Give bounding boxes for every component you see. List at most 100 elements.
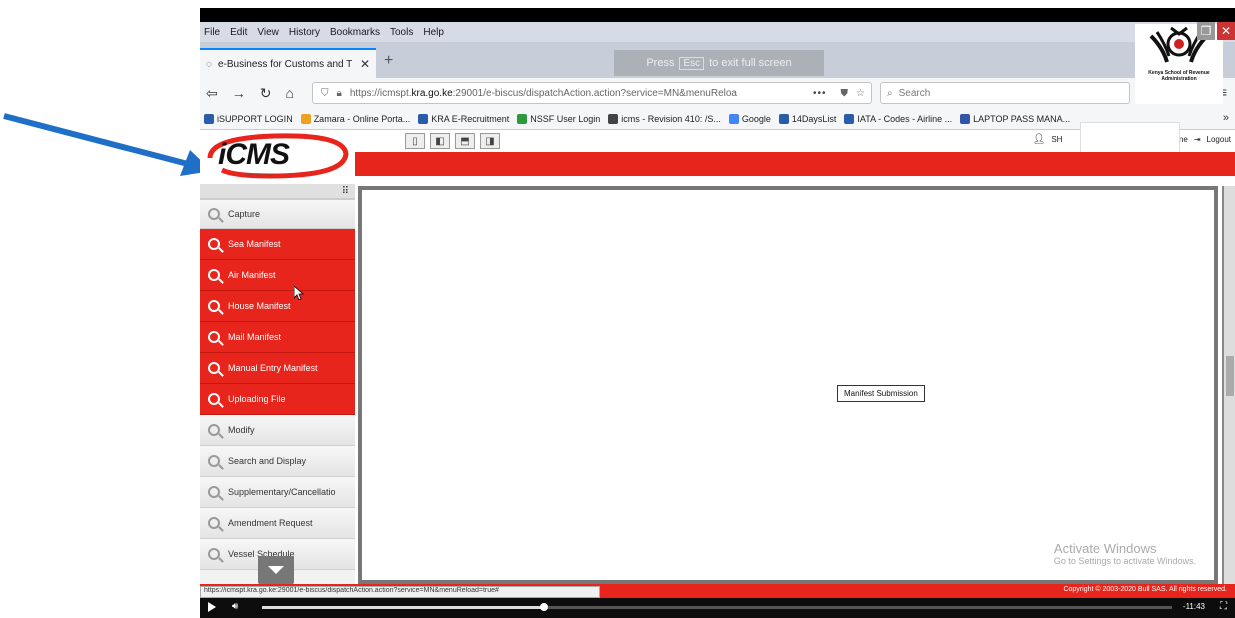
watermark-title: Activate Windows: [1053, 541, 1157, 556]
window-controls: ❐ ✕: [1195, 22, 1235, 44]
menu-help[interactable]: Help: [423, 27, 444, 38]
letterbox-top: [200, 8, 1235, 22]
sidebar-item-supplementary-cancellatio[interactable]: Supplementary/Cancellatio: [200, 477, 355, 508]
expand-down-button[interactable]: [258, 556, 294, 584]
back-icon[interactable]: ⇦: [206, 85, 218, 102]
browser-menubar: File Edit View History Bookmarks Tools H…: [200, 22, 1235, 42]
play-icon[interactable]: [208, 602, 216, 612]
new-tab-icon[interactable]: +: [384, 52, 393, 70]
layout-split-icon[interactable]: ◧: [430, 133, 450, 149]
magnifier-icon: [208, 486, 220, 498]
sidebar-item-label: Capture: [228, 209, 261, 219]
sidebar-item-label: Modify: [228, 425, 255, 435]
sidebar-item-label: Supplementary/Cancellatio: [228, 487, 336, 497]
bookmark-item[interactable]: NSSF User Login: [517, 113, 600, 124]
bookmark-icon: [517, 113, 528, 124]
bookmark-item[interactable]: Google: [728, 113, 771, 124]
browser-tab[interactable]: ◌ e-Business for Customs and T ✕: [200, 48, 376, 78]
sidebar-item-label: Manual Entry Manifest: [228, 363, 318, 373]
forward-icon[interactable]: →: [232, 85, 246, 101]
fullscreen-notice-text: Press: [646, 57, 675, 69]
layout-side-icon[interactable]: ◨: [480, 133, 500, 149]
magnifier-icon: [208, 331, 220, 343]
bookmark-item[interactable]: LAPTOP PASS MANA...: [960, 113, 1070, 124]
layout-switcher: ▯ ◧ ⬒ ◨: [405, 133, 500, 149]
url-text: https://icmspt.kra.go.ke:29001/e-biscus/…: [349, 87, 737, 99]
sidebar-item-label: Search and Display: [228, 456, 307, 466]
header-red-bar: [355, 152, 1235, 176]
bookmark-icon: [608, 113, 619, 124]
magnifier-icon: [208, 362, 220, 374]
search-icon: ⌕: [887, 87, 893, 99]
lock-icon: 🔒︎: [336, 87, 342, 99]
icms-app: iCMS Fast Work Easy ▯ ◧ ⬒ ◨ 👤︎ SH one ⇥ …: [200, 122, 1235, 586]
bookmark-item[interactable]: KRA E-Recruitment: [418, 113, 509, 124]
manifest-submission-label: Manifest Submission: [837, 385, 925, 402]
volume-icon[interactable]: 🔊︎: [232, 601, 238, 612]
sidebar-item-uploading-file[interactable]: Uploading File: [200, 384, 355, 415]
logout-link[interactable]: Logout: [1207, 135, 1231, 144]
close-window-icon[interactable]: ✕: [1217, 22, 1235, 40]
menu-tools[interactable]: Tools: [390, 27, 413, 38]
restore-window-icon[interactable]: ❐: [1197, 22, 1215, 40]
sidebar-item-air-manifest[interactable]: Air Manifest: [200, 260, 355, 291]
app-header: iCMS Fast Work Easy ▯ ◧ ⬒ ◨ 👤︎ SH one ⇥ …: [200, 122, 1235, 184]
annotation-arrow: [3, 113, 212, 176]
menu-file[interactable]: File: [204, 27, 220, 38]
sidebar-item-label: Sea Manifest: [228, 239, 281, 249]
sidebar-item-house-manifest[interactable]: House Manifest: [200, 291, 355, 322]
bookmark-item[interactable]: iSUPPORT LOGIN: [204, 113, 293, 124]
menu-view[interactable]: View: [257, 27, 279, 38]
sidebar-item-amendment-request[interactable]: Amendment Request: [200, 508, 355, 539]
sidebar-item-mail-manifest[interactable]: Mail Manifest: [200, 322, 355, 353]
logout-icon[interactable]: ⇥: [1194, 135, 1201, 144]
scrollbar-thumb[interactable]: [1226, 356, 1234, 396]
menu-history[interactable]: History: [289, 27, 320, 38]
pocket-icon[interactable]: ⛊: [841, 88, 849, 99]
sidebar-item-label: Air Manifest: [228, 270, 276, 280]
mouse-cursor-icon: [294, 286, 304, 300]
bookmark-icon: [960, 113, 971, 124]
sidebar-item-label: Amendment Request: [228, 518, 313, 528]
sidebar-item-manual-entry-manifest[interactable]: Manual Entry Manifest: [200, 353, 355, 384]
sidebar-item-capture[interactable]: Capture: [200, 198, 355, 229]
sidebar-item-sea-manifest[interactable]: Sea Manifest: [200, 229, 355, 260]
menu-bookmarks[interactable]: Bookmarks: [330, 27, 380, 38]
user-name-prefix: SH: [1051, 135, 1063, 144]
magnifier-icon: [208, 238, 220, 250]
bookmark-star-icon[interactable]: ☆: [856, 88, 871, 99]
close-tab-icon[interactable]: ✕: [360, 57, 370, 71]
fullscreen-notice-text-2: to exit full screen: [709, 57, 792, 69]
grid-menu-icon[interactable]: ⠿: [342, 186, 349, 197]
sidebar-item-modify[interactable]: Modify: [200, 415, 355, 446]
bookmark-item[interactable]: 14DaysList: [778, 113, 836, 124]
url-bar[interactable]: ⛉ 🔒︎ https://icmspt.kra.go.ke:29001/e-bi…: [312, 82, 872, 104]
fullscreen-icon[interactable]: ⛶: [1220, 601, 1227, 612]
layout-full-icon[interactable]: ▯: [405, 133, 425, 149]
sidebar-header: ⠿: [200, 184, 355, 198]
sidebar-menu: Capture Sea Manifest Air Manifest House Man…: [200, 198, 355, 570]
bookmark-item[interactable]: IATA - Codes - Airline ...: [844, 113, 952, 124]
search-placeholder: Search: [898, 87, 931, 99]
layout-top-icon[interactable]: ⬒: [455, 133, 475, 149]
menu-edit[interactable]: Edit: [230, 27, 247, 38]
bookmark-item[interactable]: Zamara - Online Porta...: [300, 113, 410, 124]
right-scrollbar[interactable]: [1222, 186, 1235, 584]
bookmark-item[interactable]: icms - Revision 410: /S...: [608, 113, 721, 124]
tab-title: e-Business for Customs and T: [217, 58, 353, 70]
magnifier-icon: [208, 455, 220, 467]
reload-icon[interactable]: ↻: [260, 85, 272, 102]
icms-logo: iCMS Fast Work Easy: [204, 132, 354, 180]
logo-text: iCMS: [218, 138, 290, 171]
sidebar-item-search-and-display[interactable]: Search and Display: [200, 446, 355, 477]
chevron-down-icon: [268, 566, 284, 574]
search-input[interactable]: ⌕ Search: [880, 82, 1130, 104]
page-actions-icon[interactable]: •••: [813, 88, 833, 99]
video-progress-knob[interactable]: [540, 603, 549, 611]
magnifier-icon: [208, 548, 220, 560]
video-progress-bar[interactable]: [262, 603, 1172, 611]
bookmark-icon: [844, 113, 855, 124]
home-icon[interactable]: ⌂: [285, 85, 293, 101]
sidebar-item-label: Uploading File: [228, 394, 286, 404]
bookmarks-overflow-icon[interactable]: »: [1223, 112, 1229, 124]
